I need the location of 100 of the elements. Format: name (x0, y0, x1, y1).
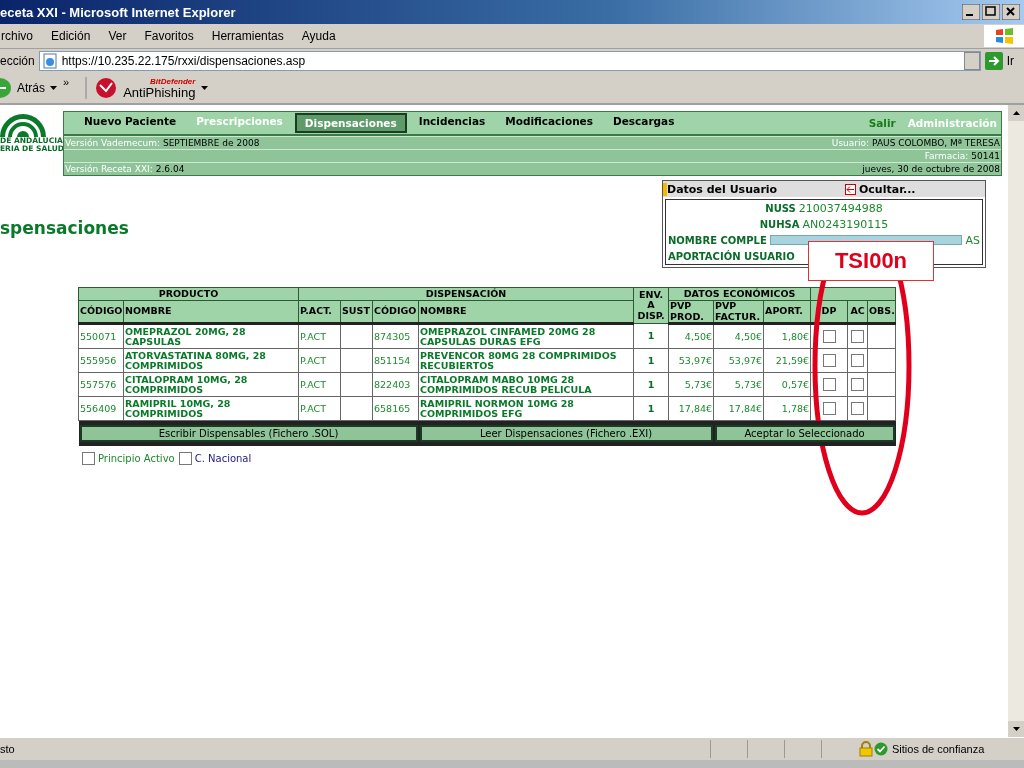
close-button[interactable] (1002, 4, 1020, 20)
minimize-button[interactable] (962, 4, 980, 20)
table-cell: 4,50€ (713, 323, 764, 349)
info-label: Versión Receta XXI: (65, 164, 153, 174)
info-value: SEPTIEMBRE de 2008 (162, 138, 260, 148)
checkbox[interactable] (851, 402, 865, 415)
table-cell: P.ACT (298, 348, 341, 373)
chevron-button[interactable]: » (63, 76, 70, 88)
column-group-header: DATOS ECONÓMICOS (668, 287, 811, 301)
down-arrow-icon (1012, 727, 1020, 731)
table-cell: 822403 (372, 372, 419, 397)
info-label: Farmacia: (924, 151, 969, 161)
checkbox[interactable] (851, 354, 865, 367)
info-value: 2.6.04 (155, 164, 185, 174)
caret-icon (201, 86, 209, 90)
lock-icon (858, 741, 874, 757)
table-cell: 17,84€ (713, 396, 764, 421)
scroll-up-button[interactable] (1008, 105, 1024, 121)
table-cell: 53,97€ (713, 348, 764, 373)
table-cell: 4,50€ (668, 323, 714, 349)
menu-item[interactable]: Edición (50, 29, 92, 43)
table-cell: CITALOPRAM 10MG, 28 COMPRIMIDOS (123, 372, 299, 397)
nav-tab[interactable]: Modificaciones (497, 113, 601, 133)
checkbox[interactable] (82, 452, 95, 465)
maximize-button[interactable] (982, 4, 1000, 20)
menu-item[interactable]: Favoritos (143, 29, 195, 43)
status-text: sto (0, 743, 16, 755)
checkbox[interactable] (822, 402, 836, 415)
field-value: AN0243190115 (802, 217, 889, 231)
scroll-down-button[interactable] (1008, 721, 1024, 737)
table-cell: 1 (633, 348, 669, 373)
table-cell: RAMIPRIL NORMON 10MG 28 COMPRIMIDOS EFG (418, 396, 634, 421)
checkbox-label[interactable]: C. Nacional (194, 453, 252, 464)
column-group-header: DISPENSACIÓN (298, 287, 634, 301)
table-cell: 874305 (372, 323, 419, 349)
scroll-bar[interactable] (1008, 105, 1024, 737)
column-group-header: ENV. A DISP. (633, 287, 669, 324)
table-cell: 21,59€ (763, 348, 811, 373)
checkbox[interactable] (822, 354, 836, 367)
column-header: NOMBRE (418, 300, 634, 324)
field-value: AS (965, 233, 980, 247)
checkbox[interactable] (822, 378, 836, 391)
annotation-label: TSI00n (808, 241, 934, 281)
menu-item[interactable]: Ver (107, 29, 128, 43)
info-label: Versión Vademecum: (65, 138, 160, 148)
table-cell: 555956 (78, 348, 124, 373)
checkbox[interactable] (822, 330, 836, 343)
action-button[interactable]: Aceptar lo Seleccionado (714, 425, 895, 442)
table-cell: 5,73€ (713, 372, 764, 397)
table-cell: 17,84€ (668, 396, 714, 421)
up-arrow-icon (1012, 111, 1020, 115)
panel-title: Datos del Usuario (663, 182, 778, 196)
menu-item[interactable]: rchivo (0, 29, 34, 43)
address-label: ección (0, 54, 35, 68)
table-cell: 1 (633, 323, 669, 349)
info-value: PAUS COLOMBO, Mª TERESA (872, 138, 1000, 148)
field-label: APORTACIÓN USUARIO (668, 250, 795, 262)
nav-tab[interactable]: Nuevo Paciente (76, 113, 185, 133)
table-cell: 1 (633, 396, 669, 421)
checkbox[interactable] (851, 330, 865, 343)
menu-item[interactable]: Ayuda (300, 29, 337, 43)
table-cell: OMEPRAZOL 20MG, 28 CAPSULAS (123, 323, 299, 349)
table-cell: 658165 (372, 396, 419, 421)
field-label: NUHSA (759, 218, 800, 230)
table-cell: 1 (633, 372, 669, 397)
info-label: Usuario: (831, 138, 870, 148)
table-cell: CITALOPRAM MABO 10MG 28 COMPRIMIDOS RECUB PELICULA (418, 372, 634, 397)
info-value: 50141 (971, 151, 1000, 161)
address-field[interactable]: https://10.235.22.175/rxxi/dispensaciones.asp (38, 51, 981, 71)
table-cell: 1,80€ (763, 323, 811, 349)
back-button[interactable]: Atrás (0, 77, 57, 99)
column-header: NOMBRE (123, 300, 299, 324)
page-title: spensaciones (0, 218, 129, 240)
page-icon (41, 53, 58, 69)
table-cell: PREVENCOR 80MG 28 COMPRIMIDOS RECUBIERTOS (418, 348, 634, 373)
check-icon (874, 742, 888, 756)
field-value: 210037494988 (798, 201, 883, 215)
nav-tab[interactable]: Descargas (605, 113, 683, 133)
action-button[interactable]: Escribir Dispensables (Fichero .SOL) (79, 425, 418, 442)
antiphishing-button[interactable]: BitDefender AntiPhishing (85, 77, 209, 99)
action-button[interactable]: Leer Dispensaciones (Fichero .EXI) (419, 425, 713, 442)
column-group-header: PRODUCTO (78, 287, 299, 301)
checkbox[interactable] (851, 378, 865, 391)
checkbox-label[interactable]: Principio Activo (98, 453, 175, 464)
table-cell: OMEPRAZOL CINFAMED 20MG 28 CAPSULAS DURAS EFG (418, 323, 634, 349)
table-cell: 557576 (78, 372, 124, 397)
zone-text: Sitios de confianza (892, 743, 985, 755)
checkbox[interactable] (178, 452, 192, 465)
table-cell: 53,97€ (668, 348, 714, 373)
nav-tab[interactable]: Incidencias (410, 113, 494, 133)
table-cell: P.ACT (298, 323, 341, 349)
table-cell: 556409 (78, 396, 124, 421)
hide-link[interactable]: Ocultar... (845, 182, 985, 196)
table-cell: P.ACT (298, 396, 341, 421)
menu-item[interactable]: Herramientas (210, 29, 285, 43)
logo-emblem-icon (0, 111, 46, 137)
windows-logo-icon (984, 25, 1024, 47)
dropdown-button[interactable] (963, 52, 980, 70)
go-button[interactable]: Ir (984, 52, 1014, 70)
column-header: CÓDIGO (78, 300, 124, 324)
